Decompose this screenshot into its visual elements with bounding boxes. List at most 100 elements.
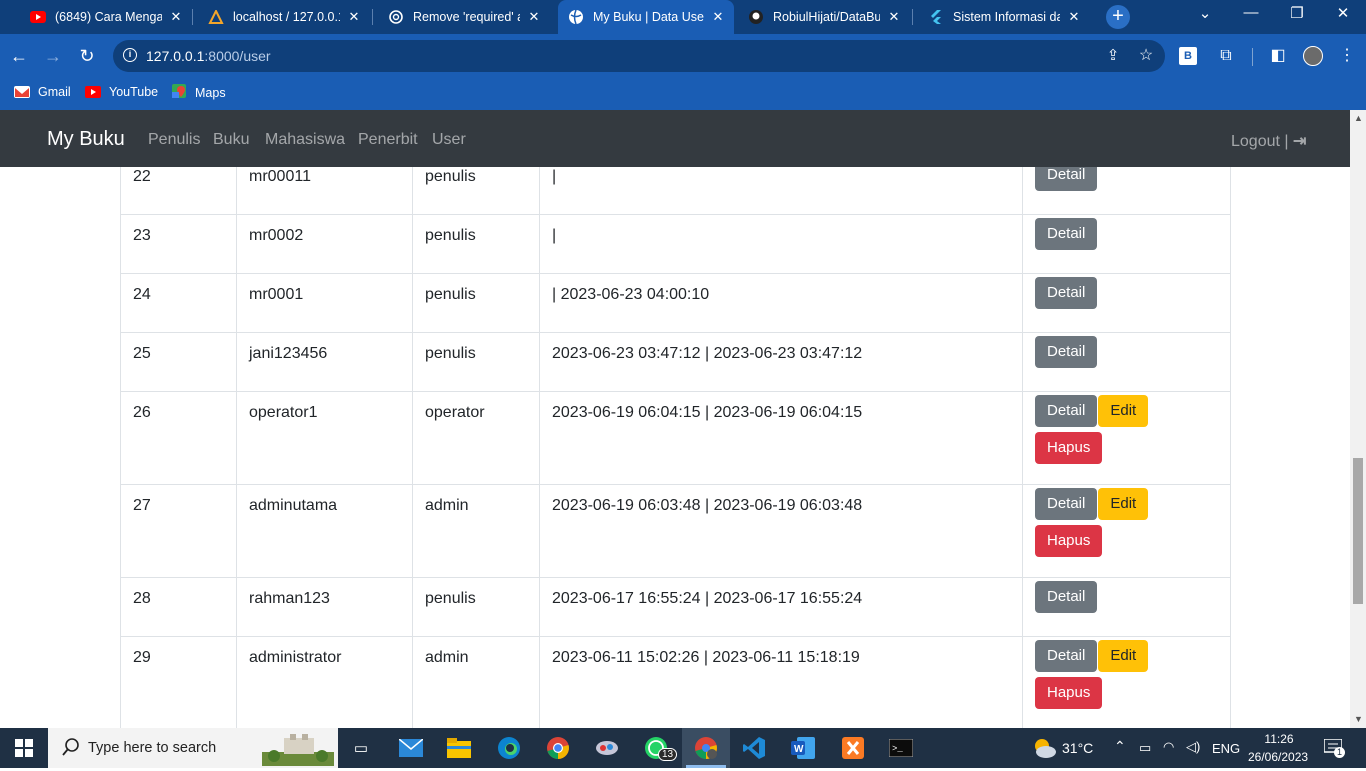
weather-temp[interactable]: 31°C (1062, 740, 1093, 756)
bookmark-maps[interactable]: Maps (171, 84, 226, 101)
edge-icon[interactable] (496, 736, 522, 760)
vscode-icon[interactable] (741, 736, 767, 760)
task-view-icon[interactable]: ▭ (348, 736, 374, 760)
cell-no: 26 (120, 391, 237, 485)
table-row: 24 mr0001 penulis | 2023-06-23 04:00:10 Deta… (120, 273, 1231, 333)
browser-tab[interactable]: RobiulHijati/DataBuku ✕ (738, 0, 910, 34)
hapus-button[interactable]: Hapus (1035, 525, 1103, 557)
browser-tab[interactable]: (6849) Cara Mengatasi ✕ (20, 0, 192, 34)
menu-kebab-icon[interactable]: ⋮ (1335, 44, 1359, 68)
detail-button[interactable]: Detail (1035, 277, 1098, 309)
forward-icon[interactable]: → (41, 44, 65, 68)
nav-mahasiswa[interactable]: Mahasiswa (265, 131, 345, 149)
cell-dates: 2023-06-17 16:55:24 | 2023-06-17 16:55:2… (539, 577, 1023, 637)
site-info-icon[interactable]: i (123, 48, 137, 62)
scroll-up-icon[interactable]: ▲ (1354, 113, 1363, 123)
tab-title: (6849) Cara Mengatasi (55, 10, 162, 24)
back-icon[interactable]: ← (7, 44, 31, 68)
detail-button[interactable]: Detail (1035, 336, 1098, 368)
nav-penulis[interactable]: Penulis (148, 131, 200, 149)
cell-username: adminutama (236, 484, 413, 578)
new-tab-button[interactable]: + (1106, 5, 1130, 29)
tab-search-icon[interactable]: ⌄ (1190, 4, 1220, 22)
volume-icon[interactable]: ◁) (1186, 739, 1200, 755)
tab-title: RobiulHijati/DataBuku (773, 10, 880, 24)
browser-tab[interactable]: Remove 'required' at ✕ (378, 0, 550, 34)
brand-logo[interactable]: My Buku (47, 128, 125, 151)
extensions-puzzle-icon[interactable]: ⧉ (1214, 44, 1238, 68)
reload-icon[interactable]: ↻ (75, 44, 99, 68)
minimize-icon[interactable]: — (1236, 4, 1266, 21)
whatsapp-icon[interactable]: 13 (643, 736, 678, 761)
address-bar[interactable]: i 127.0.0.1:8000/user ⇪ ☆ (113, 40, 1165, 72)
cell-no: 28 (120, 577, 237, 637)
notification-icon[interactable]: 1 (1323, 738, 1345, 758)
nav-buku[interactable]: Buku (213, 131, 249, 149)
chrome-profile-icon[interactable] (693, 736, 719, 760)
snipping-icon[interactable] (594, 736, 620, 760)
nav-penerbit[interactable]: Penerbit (358, 131, 418, 149)
language-indicator[interactable]: ENG (1212, 741, 1240, 756)
close-tab-icon[interactable]: ✕ (886, 9, 902, 25)
close-tab-icon[interactable]: ✕ (168, 9, 184, 25)
detail-button[interactable]: Detail (1035, 581, 1098, 613)
detail-button[interactable]: Detail (1035, 488, 1098, 520)
detail-button[interactable]: Detail (1035, 218, 1098, 250)
hapus-button[interactable]: Hapus (1035, 432, 1103, 464)
detail-button[interactable]: Detail (1035, 395, 1098, 427)
logout-link[interactable]: Logout | ⇥ (1231, 131, 1306, 151)
close-tab-icon[interactable]: ✕ (1066, 9, 1082, 25)
terminal-icon[interactable]: >_ (888, 736, 914, 760)
browser-tab-active[interactable]: My Buku | Data User ✕ (558, 0, 734, 34)
wifi-icon[interactable]: ◠ (1163, 739, 1174, 755)
edit-button[interactable]: Edit (1098, 488, 1149, 520)
word-icon[interactable]: W (790, 736, 816, 760)
scroll-down-icon[interactable]: ▼ (1354, 714, 1363, 724)
hapus-button[interactable]: Hapus (1035, 677, 1103, 709)
cell-role: penulis (412, 577, 540, 637)
xampp-icon[interactable] (840, 736, 866, 760)
windows-start-icon[interactable] (11, 736, 37, 760)
share-icon[interactable]: ⇪ (1101, 44, 1125, 68)
battery-icon[interactable]: ▭ (1139, 740, 1151, 756)
svg-text:W: W (794, 744, 804, 755)
clock-time[interactable]: 11:26 (1264, 732, 1294, 746)
close-window-icon[interactable]: ✕ (1328, 4, 1358, 22)
edit-button[interactable]: Edit (1098, 640, 1149, 672)
close-tab-icon[interactable]: ✕ (710, 9, 726, 25)
tab-title: My Buku | Data User (593, 10, 704, 24)
cell-no: 27 (120, 484, 237, 578)
bookmark-star-icon[interactable]: ☆ (1134, 44, 1158, 68)
bookmark-youtube[interactable]: YouTube (85, 85, 158, 99)
cell-role: penulis (412, 273, 540, 333)
side-panel-icon[interactable]: ◧ (1266, 44, 1290, 68)
table-row: 27 adminutama admin 2023-06-19 06:03:48 | 2… (120, 484, 1231, 578)
tab-title: Sistem Informasi dan (953, 10, 1060, 24)
mail-icon[interactable] (398, 736, 424, 760)
clock-date[interactable]: 26/06/2023 (1248, 750, 1308, 764)
restore-icon[interactable]: ❐ (1282, 4, 1312, 22)
table-row: 26 operator1 operator 2023-06-19 06:04:15 |… (120, 391, 1231, 485)
cell-actions: Detail Edit Hapus (1022, 484, 1231, 578)
search-placeholder: Type here to search (88, 740, 217, 756)
edit-button[interactable]: Edit (1098, 395, 1149, 427)
file-explorer-icon[interactable] (446, 736, 472, 760)
extension-b-icon[interactable]: B (1179, 47, 1197, 65)
profile-avatar[interactable] (1303, 46, 1323, 66)
browser-tab[interactable]: Sistem Informasi dan ✕ (918, 0, 1090, 34)
browser-tab[interactable]: localhost / 127.0.0.1 ✕ (198, 0, 370, 34)
tray-chevron-icon[interactable]: ⌃ (1114, 738, 1126, 755)
chatgpt-icon (388, 9, 404, 25)
bookmark-gmail[interactable]: Gmail (14, 85, 71, 99)
scrollbar-thumb[interactable] (1353, 458, 1363, 604)
chrome-icon[interactable] (545, 736, 571, 760)
cell-dates: | 2023-06-23 04:00:10 (539, 273, 1023, 333)
github-icon (748, 9, 764, 25)
nav-user[interactable]: User (432, 131, 466, 149)
weather-icon[interactable] (1030, 736, 1058, 760)
close-tab-icon[interactable]: ✕ (346, 9, 362, 25)
detail-button[interactable]: Detail (1035, 640, 1098, 672)
close-tab-icon[interactable]: ✕ (526, 9, 542, 25)
taskbar-search[interactable]: Type here to search (48, 728, 338, 768)
scrollbar[interactable]: ▲ ▼ (1350, 110, 1366, 728)
